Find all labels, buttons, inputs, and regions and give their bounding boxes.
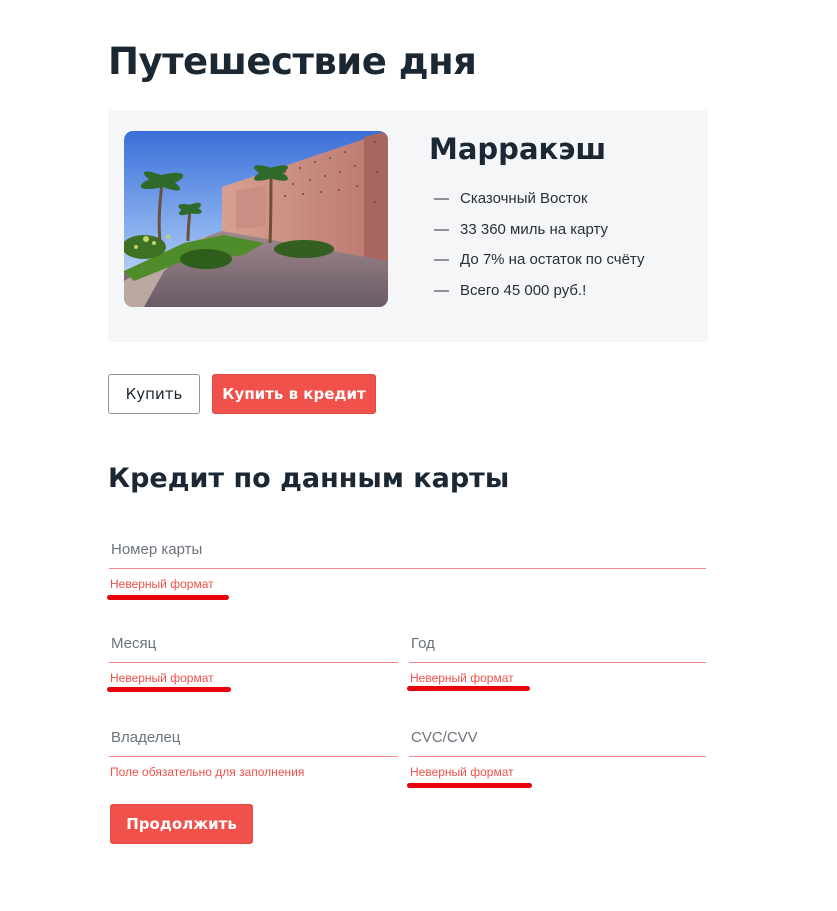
- page-title: Путешествие дня: [108, 40, 477, 83]
- list-item: — До 7% на остаток по счёту: [434, 251, 644, 282]
- offer-card: Марракэш — Сказочный Восток — 33 360 мил…: [108, 110, 708, 342]
- owner-error: Поле обязательно для заполнения: [110, 765, 305, 779]
- list-item: — Сказочный Восток: [434, 190, 644, 221]
- card-number-input[interactable]: [109, 535, 708, 563]
- list-item: — Всего 45 000 руб.!: [434, 282, 644, 313]
- cvc-field: [409, 723, 708, 757]
- error-highlight-mark: [107, 687, 231, 692]
- city-title: Марракэш: [429, 132, 607, 166]
- features-list: — Сказочный Восток — 33 360 миль на карт…: [434, 190, 644, 312]
- cvc-error: Неверный формат: [410, 765, 514, 779]
- page: Путешествие дня Марракэш — Сказочный Вос…: [0, 0, 837, 911]
- form-title: Кредит по данным карты: [108, 463, 510, 494]
- month-field: [109, 629, 400, 663]
- year-error: Неверный формат: [410, 671, 514, 685]
- feature-text: Всего 45 000 руб.!: [460, 281, 587, 299]
- dash-marker: —: [434, 281, 449, 299]
- feature-text: До 7% на остаток по счёту: [460, 251, 645, 268]
- card-number-error: Неверный формат: [110, 577, 214, 591]
- card-number-field: [109, 535, 708, 569]
- error-highlight-mark: [407, 686, 530, 691]
- dash-marker: —: [434, 251, 449, 268]
- error-highlight-mark: [107, 595, 229, 600]
- buy-button[interactable]: Купить: [108, 374, 200, 414]
- offer-photo: [124, 131, 388, 307]
- list-item: — 33 360 миль на карту: [434, 221, 644, 252]
- error-highlight-mark: [407, 783, 532, 788]
- dash-marker: —: [434, 190, 449, 207]
- cvc-input[interactable]: [409, 723, 708, 751]
- year-input[interactable]: [409, 629, 708, 657]
- owner-input[interactable]: [109, 723, 400, 751]
- buy-credit-button[interactable]: Купить в кредит: [212, 374, 376, 414]
- feature-text: Сказочный Восток: [460, 190, 588, 207]
- year-field: [409, 629, 708, 663]
- dash-marker: —: [434, 220, 449, 238]
- continue-button[interactable]: Продолжить: [110, 804, 253, 844]
- feature-text: 33 360 миль на карту: [460, 220, 609, 238]
- owner-field: [109, 723, 400, 757]
- month-error: Неверный формат: [110, 671, 214, 685]
- month-input[interactable]: [109, 629, 400, 657]
